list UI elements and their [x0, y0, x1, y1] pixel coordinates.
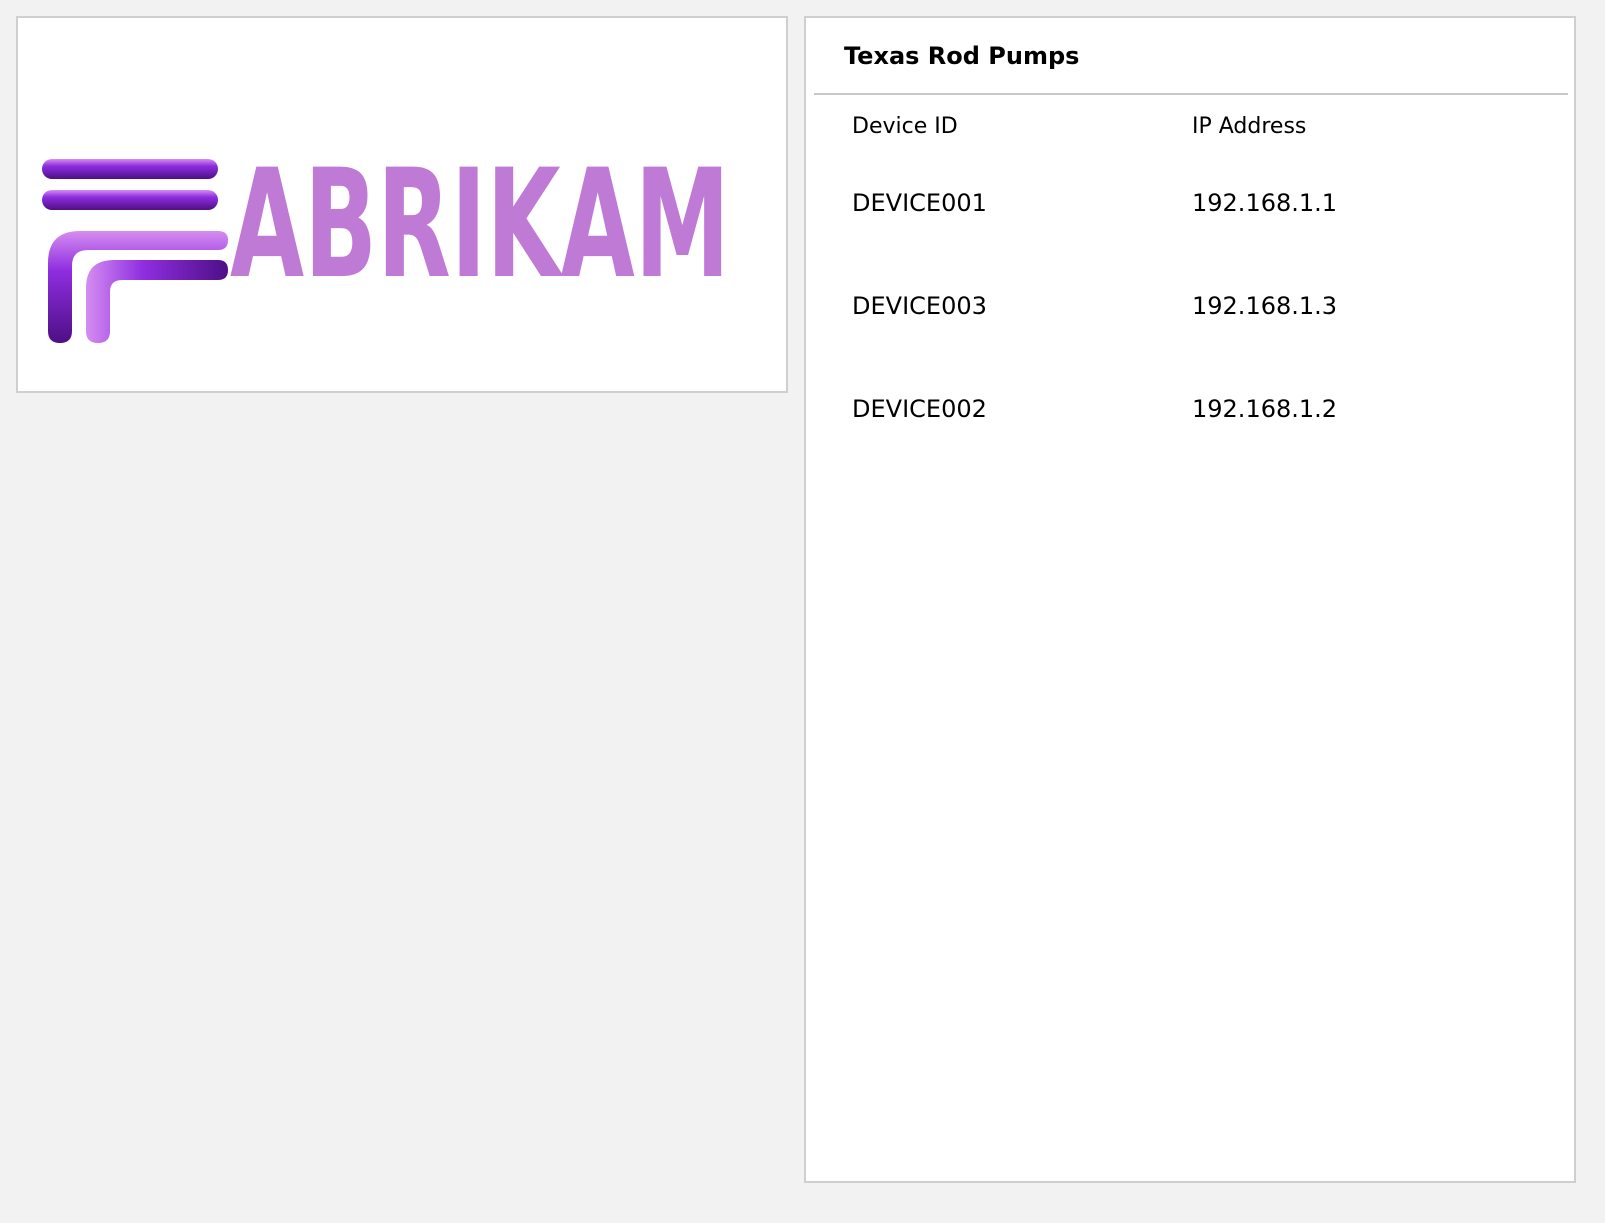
device-panel: Texas Rod Pumps Device ID IP Address DEV…	[804, 16, 1576, 1183]
device-row[interactable]: DEVICE003 192.168.1.3	[806, 281, 1576, 331]
logo-mark	[42, 159, 228, 343]
app-page: ABRIKAM Texas Rod Pumps Device ID IP Add…	[0, 0, 1605, 1223]
column-header-ip-address[interactable]: IP Address	[1192, 114, 1306, 139]
fabrikam-logo: ABRIKAM	[42, 138, 730, 343]
ip-address-cell: 192.168.1.3	[1192, 292, 1338, 320]
column-header-device-id[interactable]: Device ID	[852, 114, 958, 139]
device-row[interactable]: DEVICE002 192.168.1.2	[806, 384, 1576, 434]
ip-address-cell: 192.168.1.1	[1192, 189, 1338, 217]
ip-address-cell: 192.168.1.2	[1192, 395, 1338, 423]
panel-title: Texas Rod Pumps	[844, 42, 1080, 70]
title-divider	[814, 93, 1568, 95]
logo-wordmark: ABRIKAM	[230, 138, 730, 312]
device-id-cell: DEVICE001	[852, 189, 987, 217]
device-id-cell: DEVICE002	[852, 395, 987, 423]
logo-panel: ABRIKAM	[16, 16, 788, 393]
device-id-cell: DEVICE003	[852, 292, 987, 320]
device-row[interactable]: DEVICE001 192.168.1.1	[806, 178, 1576, 228]
